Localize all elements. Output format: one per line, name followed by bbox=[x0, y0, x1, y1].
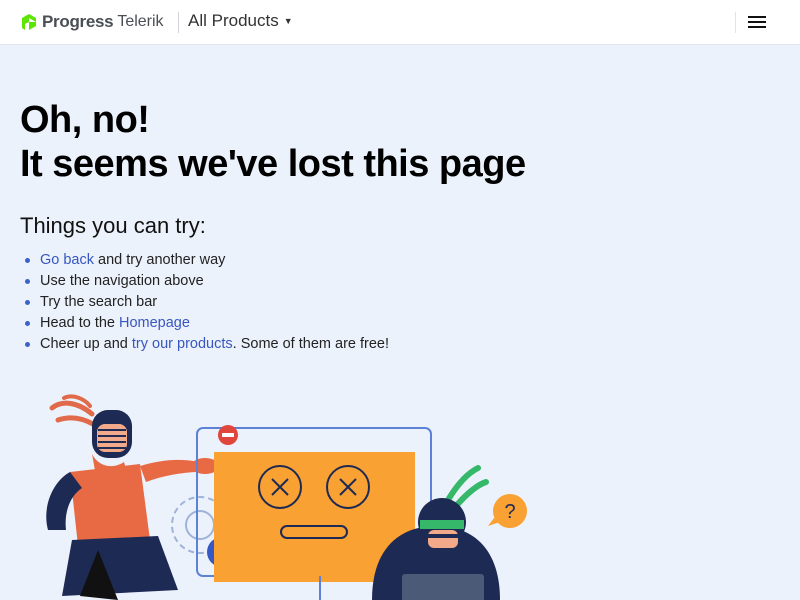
try-our-products-link[interactable]: try our products bbox=[132, 336, 233, 352]
list-item: Try the search bar bbox=[20, 292, 389, 313]
page-title: Oh, no! It seems we've lost this page bbox=[20, 98, 526, 186]
tip-text: Cheer up and bbox=[40, 336, 132, 352]
header-divider bbox=[178, 12, 179, 33]
suggestions-list: Go back and try another way Use the navi… bbox=[20, 250, 389, 355]
tip-text: Try the search bar bbox=[40, 294, 158, 310]
list-item: Head to the Homepage bbox=[20, 313, 389, 334]
brand-secondary: Telerik bbox=[117, 13, 164, 30]
top-navigation-bar: Progress Telerik All Products ▼ bbox=[0, 0, 800, 45]
hamburger-menu-icon[interactable] bbox=[748, 16, 766, 30]
brand-primary: Progress bbox=[42, 12, 114, 31]
all-products-dropdown[interactable]: All Products ▼ bbox=[188, 11, 293, 31]
all-products-label: All Products bbox=[188, 11, 279, 30]
caret-down-icon: ▼ bbox=[283, 16, 293, 26]
go-back-link[interactable]: Go back bbox=[40, 252, 94, 268]
list-item: Go back and try another way bbox=[20, 250, 389, 271]
header-divider-right bbox=[735, 12, 736, 33]
tip-text: Head to the bbox=[40, 315, 119, 331]
headline-line-2: It seems we've lost this page bbox=[20, 143, 526, 185]
question-bubble-icon: ? bbox=[488, 494, 527, 528]
list-item: Cheer up and try our products. Some of t… bbox=[20, 334, 389, 355]
tip-text: and try another way bbox=[94, 252, 226, 268]
suggestions-heading: Things you can try: bbox=[20, 213, 206, 238]
headline-line-1: Oh, no! bbox=[20, 99, 150, 141]
question-mark: ? bbox=[504, 501, 515, 523]
progress-logo-icon bbox=[22, 14, 36, 30]
tip-text: Use the navigation above bbox=[40, 273, 204, 289]
homepage-link[interactable]: Homepage bbox=[119, 315, 190, 331]
progress-telerik-logo[interactable]: Progress Telerik bbox=[20, 11, 164, 33]
list-item: Use the navigation above bbox=[20, 271, 389, 292]
lost-page-illustration: ? bbox=[46, 394, 527, 600]
tip-text: . Some of them are free! bbox=[232, 336, 390, 352]
